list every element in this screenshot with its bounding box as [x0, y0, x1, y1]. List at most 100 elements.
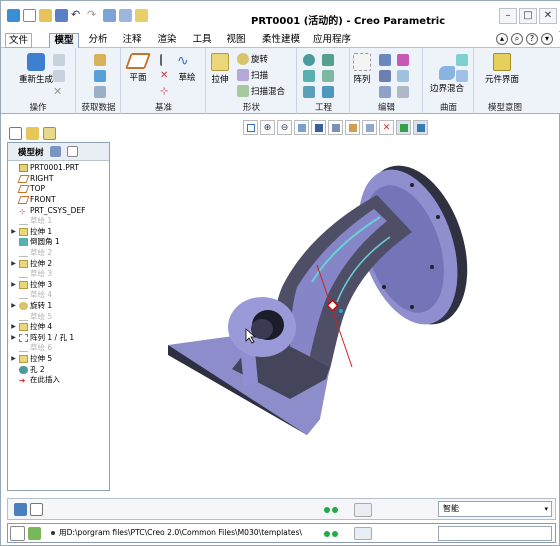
filter-dropdown[interactable]: 智能 ▾	[438, 501, 552, 517]
tab-tools[interactable]: 工具	[188, 33, 216, 48]
tab-render[interactable]: 渲染	[153, 33, 181, 48]
tree-item[interactable]: ▶ 拉伸 4	[10, 322, 52, 333]
tab-applications[interactable]: 应用程序	[310, 33, 354, 48]
expand-arrow-icon[interactable]: ▶	[10, 280, 17, 290]
round-icon[interactable]	[303, 70, 315, 82]
tree-item[interactable]: 草绘 4	[10, 290, 52, 301]
refit-icon[interactable]	[243, 120, 258, 135]
expand-arrow-icon[interactable]: ▶	[10, 259, 17, 269]
copy-geometry-icon[interactable]	[94, 70, 106, 82]
zoom-out-icon[interactable]: ⊖	[277, 120, 292, 135]
copy-icon[interactable]	[53, 54, 65, 66]
minimize-button[interactable]: –	[499, 8, 517, 24]
delete-icon[interactable]: ✕	[53, 86, 65, 98]
trim-icon[interactable]	[397, 70, 409, 82]
view-manager-icon[interactable]	[345, 120, 360, 135]
tree-item[interactable]: ▶ 阵列 1 / 孔 1	[10, 333, 74, 344]
expand-arrow-icon[interactable]: ▶	[10, 322, 17, 332]
redo-icon[interactable]: ↷	[87, 9, 100, 22]
selection-icon[interactable]	[354, 503, 372, 517]
hole-icon[interactable]	[303, 54, 315, 66]
tree-item[interactable]: ▶ 拉伸 5	[10, 354, 52, 365]
extend-icon[interactable]	[379, 70, 391, 82]
pause-icon[interactable]	[354, 527, 372, 540]
shrinkwrap-icon[interactable]	[94, 86, 106, 98]
tree-item[interactable]: RIGHT	[10, 174, 53, 185]
csys-icon[interactable]: ⊹	[160, 86, 172, 98]
tree-settings-icon[interactable]	[49, 146, 61, 157]
favorites-tab-icon[interactable]	[43, 127, 56, 140]
tree-item[interactable]: 草绘 1	[10, 216, 52, 227]
minimize-ribbon-icon[interactable]: ▴	[496, 33, 508, 45]
tab-view[interactable]: 视图	[222, 33, 250, 48]
regenerate-button[interactable]: 重新生成	[19, 53, 53, 85]
tree-item[interactable]: FRONT	[10, 195, 56, 206]
spin-center-icon[interactable]	[396, 120, 411, 135]
swept-blend-button[interactable]: 扫描混合	[237, 85, 285, 97]
tree-item[interactable]: TOP	[10, 184, 45, 195]
component-interface-button[interactable]: 元件界面	[485, 53, 519, 85]
model-tree-tab-icon[interactable]	[9, 127, 22, 140]
rib-icon[interactable]	[322, 70, 334, 82]
new-icon[interactable]	[23, 9, 36, 22]
regenerate-icon[interactable]	[103, 9, 116, 22]
draft-icon[interactable]	[322, 86, 334, 98]
tree-item[interactable]: 草绘 2	[10, 248, 52, 259]
mirror-icon[interactable]	[379, 54, 391, 66]
display-style-icon[interactable]	[311, 120, 326, 135]
tree-item[interactable]: ▶ 拉伸 3	[10, 280, 52, 291]
close-button[interactable]: ✕	[539, 8, 557, 24]
merge-icon[interactable]	[397, 54, 409, 66]
datum-display-icon[interactable]: ✕	[379, 120, 394, 135]
tree-item[interactable]: PRT0001.PRT	[10, 163, 79, 174]
tree-item[interactable]: ⊹ PRT_CSYS_DEF	[10, 205, 85, 216]
window-icon[interactable]	[119, 9, 132, 22]
tree-item[interactable]: ▶ 旋转 1	[10, 301, 52, 312]
tree-item[interactable]: ➔ 在此插入	[10, 375, 60, 386]
tree-item[interactable]: 草绘 6	[10, 343, 52, 354]
message-log-icon[interactable]	[10, 526, 25, 541]
revolve-button[interactable]: 旋转	[237, 53, 268, 65]
tree-item[interactable]: 草绘 5	[10, 311, 52, 322]
paste-icon[interactable]	[53, 70, 65, 82]
offset-icon[interactable]	[397, 86, 409, 98]
tab-annotate[interactable]: 注释	[118, 33, 146, 48]
command-input[interactable]	[438, 526, 552, 541]
tree-item[interactable]: 倒圆角 1	[10, 237, 60, 248]
pattern-button[interactable]: 阵列	[353, 53, 371, 85]
show-browser-icon[interactable]	[30, 503, 43, 516]
shell-icon[interactable]	[322, 54, 334, 66]
annotation-display-icon[interactable]	[413, 120, 428, 135]
search-icon[interactable]: ⌕	[511, 33, 523, 45]
zoom-in-icon[interactable]: ⊕	[260, 120, 275, 135]
show-navigator-icon[interactable]	[14, 503, 27, 516]
sketch-button[interactable]: ∿ 草绘	[177, 53, 197, 83]
close-window-icon[interactable]	[135, 9, 148, 22]
repaint-icon[interactable]	[294, 120, 309, 135]
open-icon[interactable]	[39, 9, 52, 22]
perspective-icon[interactable]	[362, 120, 377, 135]
tree-item[interactable]: 孔 2	[10, 364, 45, 375]
tree-filters-icon[interactable]	[66, 146, 78, 157]
expand-arrow-icon[interactable]: ▶	[10, 301, 17, 311]
help-icon[interactable]: ?	[526, 33, 538, 45]
chamfer-icon[interactable]	[303, 86, 315, 98]
tree-item[interactable]: 草绘 3	[10, 269, 52, 280]
expand-arrow-icon[interactable]: ▶	[10, 333, 17, 343]
app-logo-icon[interactable]	[7, 9, 20, 22]
folder-browser-tab-icon[interactable]	[26, 127, 39, 140]
expand-arrow-icon[interactable]: ▶	[10, 354, 17, 364]
expand-arrow-icon[interactable]: ▶	[10, 227, 17, 237]
extrude-button[interactable]: 拉伸	[211, 53, 229, 85]
project-icon[interactable]	[379, 86, 391, 98]
fill-icon[interactable]	[456, 54, 468, 66]
tab-analysis[interactable]: 分析	[84, 33, 112, 48]
saved-views-icon[interactable]	[328, 120, 343, 135]
settings-icon[interactable]: ▾	[541, 33, 553, 45]
tree-item[interactable]: ▶ 拉伸 2	[10, 258, 52, 269]
point-icon[interactable]: ✕	[160, 70, 172, 82]
tab-file[interactable]: 文件	[5, 33, 32, 48]
axis-icon[interactable]	[160, 54, 172, 66]
tree-item[interactable]: ▶ 拉伸 1	[10, 227, 52, 238]
style-icon[interactable]	[456, 70, 468, 82]
